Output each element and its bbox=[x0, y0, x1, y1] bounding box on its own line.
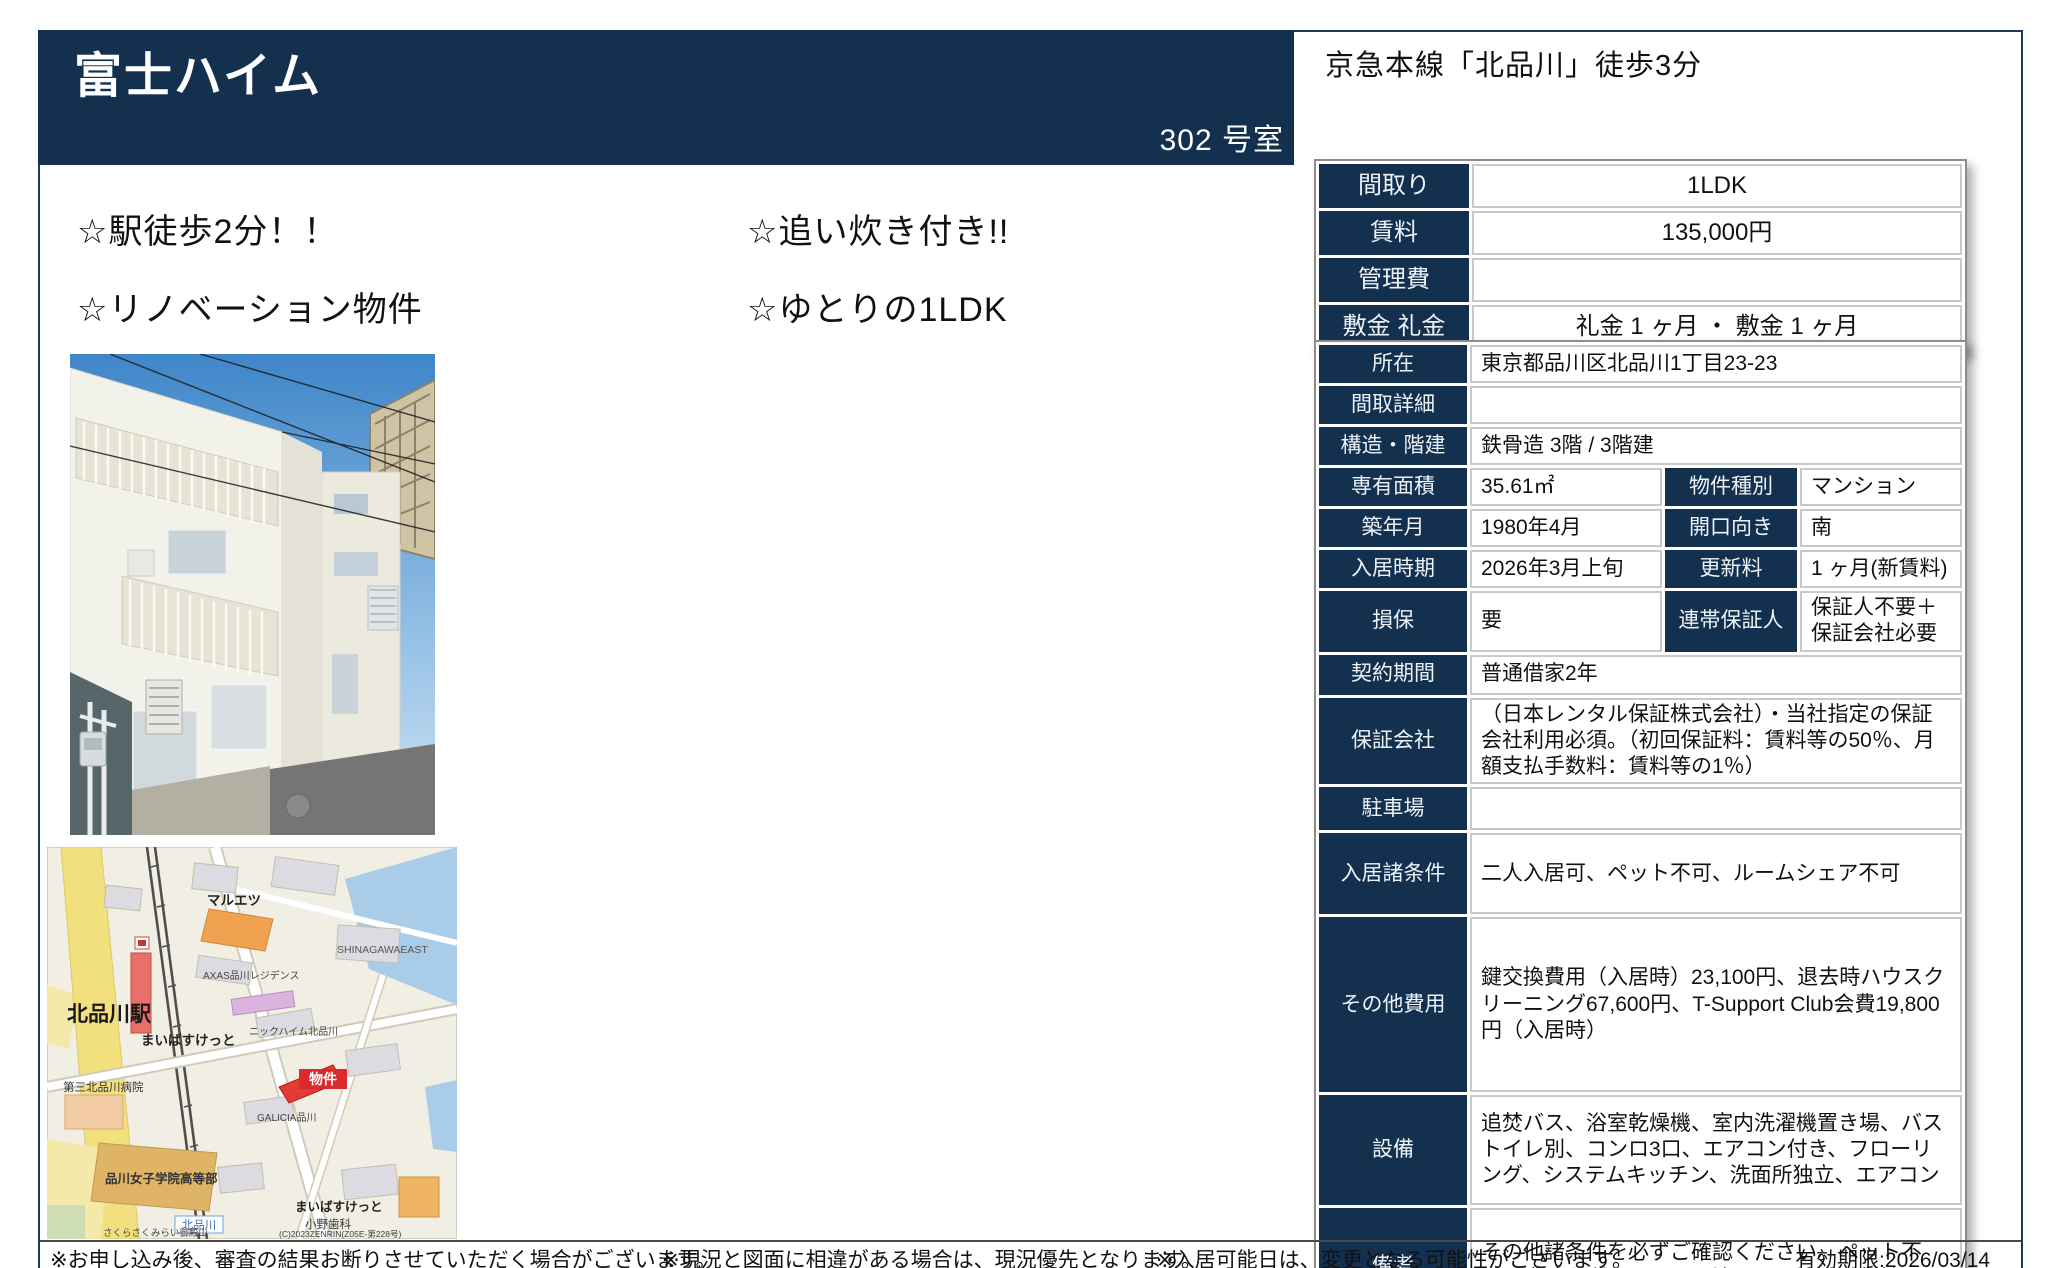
summary-table: 間取り 1LDK 賃料 135,000円 管理費 敷金 礼金 礼金 1 ヶ月 ・… bbox=[1314, 159, 1967, 354]
detail-value: 1980年4月 bbox=[1470, 509, 1662, 547]
footer: ※お申し込み後、審査の結果お断りさせていただく場合がございます。 ※現況と図面に… bbox=[40, 1244, 2021, 1268]
detail-label: 入居諸条件 bbox=[1319, 833, 1467, 914]
detail-value: （日本レンタル保証株式会社）・当社指定の保証会社利用必須。（初回保証料：賃料等の… bbox=[1470, 698, 1962, 785]
table-row: 入居時期 2026年3月上旬 更新料 1 ヶ月(新賃料) bbox=[1319, 550, 1962, 588]
building-name: 富士ハイム bbox=[74, 36, 322, 106]
table-row: 契約期間 普通借家2年 bbox=[1319, 655, 1962, 695]
map-label-mybasket-2: まいばすけっと bbox=[295, 1199, 383, 1214]
map-label-nick-heim: ニックハイム北品川 bbox=[249, 1026, 338, 1038]
map-label-property: 物件 bbox=[309, 1071, 337, 1087]
table-row: 保証会社 （日本レンタル保証株式会社）・当社指定の保証会社利用必須。（初回保証料… bbox=[1319, 698, 1962, 785]
footer-divider bbox=[40, 1240, 2021, 1242]
feature-item: ☆リノベーション物件 bbox=[77, 282, 423, 331]
detail-value: 鍵交換費用（入居時）23,100円、退去時ハウスクリーニング67,600円、T-… bbox=[1470, 917, 1962, 1092]
footer-note: ※お申し込み後、審査の結果お断りさせていただく場合がございます。 bbox=[50, 1244, 717, 1268]
detail-value: 要 bbox=[1470, 591, 1662, 652]
detail-label: その他費用 bbox=[1319, 917, 1467, 1092]
detail-label: 契約期間 bbox=[1319, 655, 1467, 695]
summary-label: 管理費 bbox=[1319, 258, 1469, 302]
summary-value: 1LDK bbox=[1472, 164, 1962, 208]
building-photo bbox=[70, 354, 435, 835]
detail-label: 物件種別 bbox=[1665, 468, 1797, 506]
map-label-school: 品川女子学院高等部 bbox=[105, 1171, 218, 1186]
detail-label: 開口向き bbox=[1665, 509, 1797, 547]
detail-value: 二人入居可、ペット不可、ルームシェア不可 bbox=[1470, 833, 1962, 914]
footer-note: ※現況と図面に相違がある場合は、現況優先となります。 bbox=[662, 1244, 1202, 1268]
table-row: 専有面積 35.61㎡ 物件種別 マンション bbox=[1319, 468, 1962, 506]
footer-note: ※入居可能日は、変更となる可能性がございます。 bbox=[1156, 1244, 1633, 1268]
map-label-shinagawa-east: SHINAGAWAEAST bbox=[337, 944, 428, 956]
table-row: 築年月 1980年4月 開口向き 南 bbox=[1319, 509, 1962, 547]
property-flyer: 富士ハイム 302 号室 京急本線「北品川」徒歩3分 ☆駅徒歩2分！！ ☆追い炊… bbox=[0, 0, 2056, 1268]
detail-label: 間取詳細 bbox=[1319, 386, 1467, 424]
detail-value: 南 bbox=[1800, 509, 1962, 547]
detail-label: 所在 bbox=[1319, 345, 1467, 383]
map-hospital-building bbox=[65, 1095, 123, 1129]
detail-label: 保証会社 bbox=[1319, 698, 1467, 785]
table-row: 構造・階建 鉄骨造 3階 / 3階建 bbox=[1319, 427, 1962, 465]
detail-value: 追焚バス、浴室乾燥機、室内洗濯機置き場、バストイレ別、コンロ3口、エアコン付き、… bbox=[1470, 1095, 1962, 1205]
map-label-station: 北品川駅 bbox=[67, 1003, 152, 1026]
summary-label: 間取り bbox=[1319, 164, 1469, 208]
table-row: 賃料 135,000円 bbox=[1319, 211, 1962, 255]
detail-table: 所在 東京都品川区北品川1丁目23-23 間取詳細 構造・階建 鉄骨造 3階 /… bbox=[1314, 340, 1967, 1268]
map-label-mybasket-1: まいばすけっと bbox=[141, 1033, 236, 1048]
summary-value: 135,000円 bbox=[1472, 211, 1962, 255]
table-row: 所在 東京都品川区北品川1丁目23-23 bbox=[1319, 345, 1962, 383]
detail-label: 損保 bbox=[1319, 591, 1467, 652]
validity-date: 有効期限:2026/03/14 bbox=[1795, 1244, 1990, 1268]
detail-label: 入居時期 bbox=[1319, 550, 1467, 588]
detail-value bbox=[1470, 386, 1962, 424]
detail-label: 構造・階建 bbox=[1319, 427, 1467, 465]
map-label-maruetsu: マルエツ bbox=[207, 893, 261, 908]
map-label-hospital: 第三北品川病院 bbox=[63, 1080, 144, 1094]
table-row: 入居諸条件 二人入居可、ペット不可、ルームシェア不可 bbox=[1319, 833, 1962, 914]
detail-value: 35.61㎡ bbox=[1470, 468, 1662, 506]
table-row: 設備 追焚バス、浴室乾燥機、室内洗濯機置き場、バストイレ別、コンロ3口、エアコン… bbox=[1319, 1095, 1962, 1205]
detail-label: 専有面積 bbox=[1319, 468, 1467, 506]
detail-value: 鉄骨造 3階 / 3階建 bbox=[1470, 427, 1962, 465]
detail-label: 築年月 bbox=[1319, 509, 1467, 547]
table-row: 管理費 bbox=[1319, 258, 1962, 302]
table-row: 間取り 1LDK bbox=[1319, 164, 1962, 208]
detail-value: 1 ヶ月(新賃料) bbox=[1800, 550, 1962, 588]
table-row: 駐車場 bbox=[1319, 787, 1962, 830]
table-row: 損保 要 連帯保証人 保証人不要＋保証会社必要 bbox=[1319, 591, 1962, 652]
map-label-sakura: さくらさくみらい御殿山 bbox=[103, 1227, 208, 1239]
feature-item: ☆追い炊き付き!! bbox=[747, 204, 1009, 253]
feature-item: ☆ゆとりの1LDK bbox=[747, 282, 1008, 331]
detail-value: マンション bbox=[1800, 468, 1962, 506]
detail-value: 東京都品川区北品川1丁目23-23 bbox=[1470, 345, 1962, 383]
page-frame: 富士ハイム 302 号室 京急本線「北品川」徒歩3分 ☆駅徒歩2分！！ ☆追い炊… bbox=[38, 30, 2023, 1268]
header-band: 富士ハイム 302 号室 bbox=[38, 30, 1294, 165]
map-label-axas: AXAS品川レジデンス bbox=[203, 969, 299, 982]
table-row: 間取詳細 bbox=[1319, 386, 1962, 424]
detail-label: 更新料 bbox=[1665, 550, 1797, 588]
detail-value: 2026年3月上旬 bbox=[1470, 550, 1662, 588]
detail-value: 保証人不要＋保証会社必要 bbox=[1800, 591, 1962, 652]
detail-label: 連帯保証人 bbox=[1665, 591, 1797, 652]
feature-item: ☆駅徒歩2分！！ bbox=[77, 204, 338, 253]
summary-label: 賃料 bbox=[1319, 211, 1469, 255]
detail-value bbox=[1470, 787, 1962, 830]
room-number: 302 号室 bbox=[1160, 115, 1284, 159]
detail-label: 設備 bbox=[1319, 1095, 1467, 1205]
detail-value: 普通借家2年 bbox=[1470, 655, 1962, 695]
detail-label: 駐車場 bbox=[1319, 787, 1467, 830]
summary-value bbox=[1472, 258, 1962, 302]
table-row: その他費用 鍵交換費用（入居時）23,100円、退去時ハウスクリーニング67,6… bbox=[1319, 917, 1962, 1092]
location-map: 北品川駅 マルエツ まいばすけっと 物件 第三北品川病院 品川女子学院高等部 ま… bbox=[47, 847, 457, 1239]
station-access: 京急本線「北品川」徒歩3分 bbox=[1325, 42, 1702, 84]
map-copyright: (C)2023ZENRIN(Z05E-第228号) bbox=[279, 1229, 402, 1239]
map-label-galicia: GALICIA品川 bbox=[257, 1112, 316, 1124]
